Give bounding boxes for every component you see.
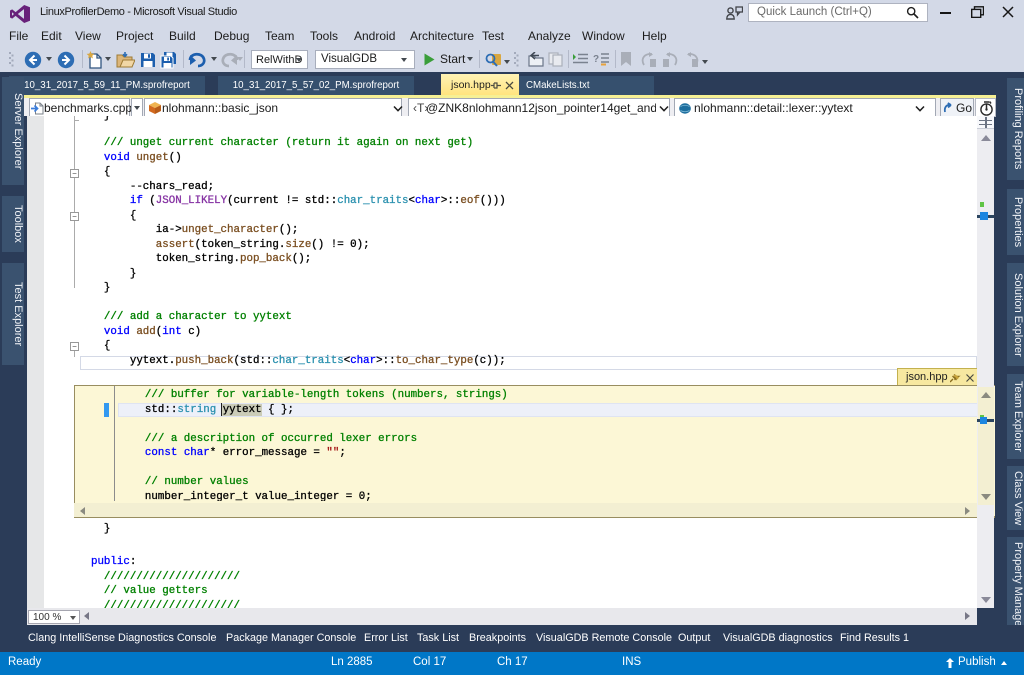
svg-text:?: ? bbox=[593, 54, 599, 65]
